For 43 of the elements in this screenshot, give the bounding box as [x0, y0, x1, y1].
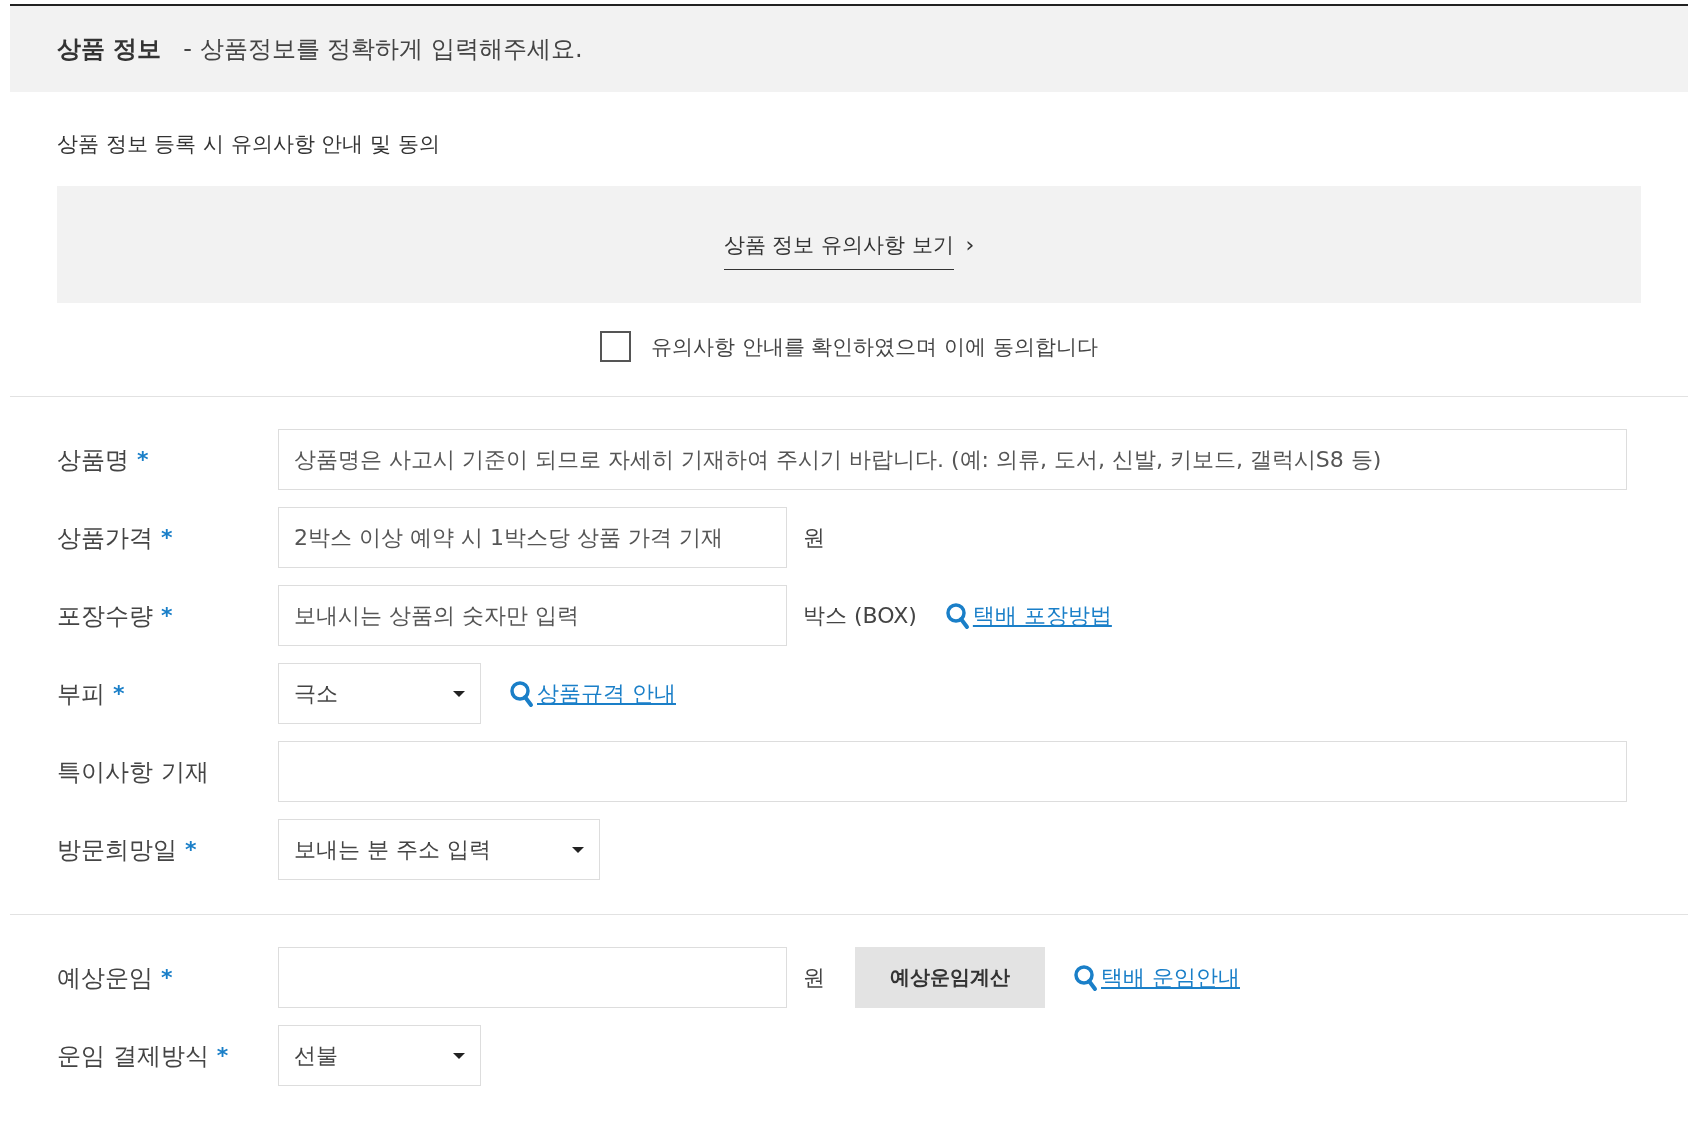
search-icon [509, 679, 535, 708]
unit-label: 박스 (BOX) [803, 601, 917, 630]
search-icon [944, 601, 971, 630]
field-label: 운임 결제방식 [57, 1040, 209, 1072]
required-mark: * [137, 447, 149, 472]
dropdown[interactable]: 선불 [278, 1025, 481, 1086]
required-mark: * [161, 603, 173, 628]
input-field[interactable] [278, 741, 1627, 802]
required-mark: * [216, 1043, 229, 1068]
required-mark: * [161, 965, 173, 990]
required-mark: * [185, 837, 197, 862]
required-mark: * [113, 681, 125, 706]
field-label: 상품가격 [57, 522, 153, 554]
input-field[interactable]: 보내시는 상품의 숫자만 입력 [278, 585, 787, 646]
input-field[interactable] [278, 947, 787, 1008]
field-label: 상품명 [57, 444, 129, 476]
agree-label: 유의사항 안내를 확인하였으며 이에 동의합니다 [651, 333, 1098, 361]
field-label: 포장수량 [57, 600, 153, 632]
caret-icon [572, 846, 584, 853]
unit-label: 원 [803, 523, 825, 552]
notice-heading: 상품 정보 등록 시 유의사항 안내 및 동의 [57, 131, 441, 158]
search-icon [1073, 963, 1099, 992]
guide-link[interactable]: 택배 운임안내 [1101, 962, 1240, 993]
caret-icon [453, 690, 465, 697]
input-field[interactable]: 2박스 이상 예약 시 1박스당 상품 가격 기재 [278, 507, 787, 568]
section-title: 상품 정보 [57, 34, 162, 65]
notice-link[interactable]: 상품 정보 유의사항 보기 › [723, 219, 975, 270]
field-label: 예상운임 [57, 962, 153, 994]
chevron-icon: › [965, 232, 975, 257]
required-mark: * [161, 525, 173, 550]
guide-link[interactable]: 상품규격 안내 [537, 678, 676, 709]
field-label: 방문희망일 [57, 834, 177, 866]
caret-icon [453, 1052, 465, 1059]
unit-label: 원 [803, 963, 825, 992]
calculate-button[interactable]: 예상운임계산 [855, 947, 1045, 1008]
input-field[interactable]: 상품명은 사고시 기준이 되므로 자세히 기재하여 주시기 바랍니다. (예: 의류, 도서, 신발, 키보드, 갤럭시S8 등) [278, 429, 1627, 490]
guide-link[interactable]: 택배 포장방법 [972, 600, 1112, 631]
section-subtitle: - 상품정보를 정확하게 입력해주세요. [183, 34, 583, 65]
agree-checkbox[interactable] [600, 331, 632, 362]
field-label: 부피 [57, 678, 105, 710]
dropdown[interactable]: 극소 [278, 663, 481, 724]
field-label: 특이사항 기재 [57, 756, 209, 788]
dropdown[interactable]: 보내는 분 주소 입력 [278, 819, 600, 880]
